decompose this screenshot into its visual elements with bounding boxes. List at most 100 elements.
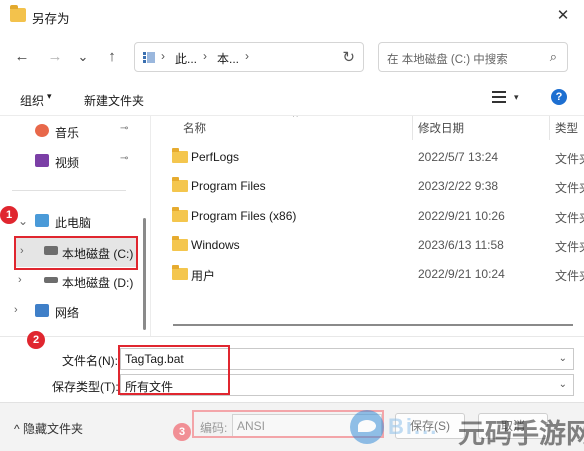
sidebar-item-label: 视频 [55,156,80,170]
forward-button[interactable]: → [43,46,67,68]
command-toolbar: 组织 ▾ 新建文件夹 ▾ ? [0,82,584,116]
sidebar-item-music[interactable]: 音乐 ⊸ [0,118,140,144]
breadcrumb-this-pc[interactable]: 此... [175,50,197,67]
file-date: 2023/6/13 11:58 [418,238,504,252]
drive-icon [44,277,58,283]
column-header-date[interactable]: 修改日期 [418,120,464,136]
pc-icon [35,214,49,227]
back-button[interactable]: ← [10,46,34,68]
sidebar-item-label: 此电脑 [55,216,92,230]
chevron-down-icon[interactable]: ⌄ [559,379,567,390]
breadcrumb-local-disk[interactable]: 本... [217,50,239,67]
address-bar[interactable]: › 此... › 本... › ↻ [134,42,364,72]
file-type: 文件夹 [555,269,584,283]
file-name: PerfLogs [191,150,240,164]
chevron-down-icon[interactable]: ⌄ [559,353,567,364]
file-list: ^ 名称 修改日期 类型 PerfLogs 2022/5/7 13:24 文件夹… [150,116,584,336]
view-options-icon[interactable] [492,91,506,103]
new-folder-button[interactable]: 新建文件夹 [84,92,144,109]
table-row[interactable]: Windows 2023/6/13 11:58 文件夹 [151,231,584,261]
divider [12,190,126,191]
chevron-down-icon[interactable]: ▾ [514,92,519,103]
file-date: 2022/9/21 10:24 [418,267,505,281]
table-row[interactable]: 用户 2022/9/21 10:24 文件夹 [151,260,584,290]
chevron-right-icon[interactable]: › [14,304,18,316]
file-date: 2022/9/21 10:26 [418,209,505,223]
search-placeholder: 在 本地磁盘 (C:) 中搜索 [387,54,508,66]
search-box[interactable]: 在 本地磁盘 (C:) 中搜索 ⌕ [378,42,568,72]
breadcrumb-separator: › [245,49,249,63]
sidebar-item-label: 本地磁盘 (D:) [62,276,134,290]
sidebar-item-label: 音乐 [55,126,80,140]
table-row[interactable]: Program Files (x86) 2022/9/21 10:26 文件夹 [151,202,584,232]
folder-icon [10,5,26,22]
organize-button[interactable]: 组织 [20,92,44,109]
chevron-up-icon: ^ [14,422,20,436]
navigation-bar: ← → ⌄ ↑ › 此... › 本... › ↻ 在 本地磁盘 (C:) 中搜… [0,32,584,82]
folder-icon [172,148,188,163]
folder-icon [172,177,188,192]
sidebar-item-videos[interactable]: 视频 ⊸ [0,148,140,174]
breadcrumb-separator: › [161,49,165,63]
navigation-pane: 音乐 ⊸ 视频 ⊸ ⌄ 此电脑 › 本地磁盘 (C:) › 本地磁盘 (D:) … [0,116,150,336]
window-title: 另存为 [32,12,70,26]
column-divider[interactable] [412,116,413,140]
file-name: Windows [191,238,240,252]
sort-ascending-icon: ^ [293,116,298,123]
recent-locations-button[interactable]: ⌄ [71,46,95,68]
filetype-label: 保存类型(T): [52,380,119,394]
chevron-right-icon[interactable]: › [18,274,22,286]
step-badge-3: 3 [173,423,191,441]
file-type: 文件夹 [555,181,584,195]
hide-folders-button[interactable]: ^ 隐藏文件夹 [14,420,83,437]
file-type: 文件夹 [555,152,584,166]
close-button[interactable]: ✕ [550,4,576,28]
file-date: 2022/5/7 13:24 [418,150,499,164]
file-type: 文件夹 [555,240,584,254]
pc-icon [143,52,155,63]
save-form: 文件名(N): TagTag.bat ⌄ 保存类型(T): 所有文件 ⌄ [0,336,584,402]
file-name: 用户 [191,269,216,283]
pin-icon: ⊸ [120,153,129,164]
table-row[interactable]: PerfLogs 2022/5/7 13:24 文件夹 [151,143,584,173]
watermark-text: Bi... [388,414,439,439]
breadcrumb-separator: › [203,49,207,63]
column-divider[interactable] [549,116,550,140]
file-date: 2023/2/22 9:38 [418,179,499,193]
file-name: Program Files (x86) [191,209,297,223]
chevron-down-icon[interactable]: ⌄ [18,214,28,228]
highlight-box [14,236,138,270]
hide-folders-label: 隐藏文件夹 [22,422,83,436]
refresh-icon[interactable]: ↻ [342,48,355,66]
column-header-name[interactable]: 名称 [183,120,206,136]
title-bar: 另存为 ✕ [0,0,584,32]
chevron-down-icon[interactable]: ▾ [47,91,52,102]
column-header-type[interactable]: 类型 [555,120,578,136]
file-name: Program Files [191,179,266,193]
folder-icon [172,207,188,222]
highlight-box [118,345,230,395]
horizontal-scrollbar[interactable] [173,324,573,326]
help-icon[interactable]: ? [551,89,567,105]
filename-label: 文件名(N): [62,354,118,368]
folder-icon [172,236,188,251]
bird-logo-icon [350,410,384,444]
watermark: Bi... 元码手游网 [350,408,584,449]
step-badge-2: 2 [27,331,45,349]
up-button[interactable]: ↑ [100,46,124,68]
network-icon [35,304,49,317]
sidebar-item-local-disk-d[interactable]: › 本地磁盘 (D:) [0,268,140,294]
folder-icon [172,265,188,280]
watermark-brand: 元码手游网 [458,419,584,449]
sidebar-item-label: 网络 [55,306,80,320]
step-badge-1: 1 [0,206,18,224]
table-row[interactable]: Program Files 2023/2/22 9:38 文件夹 [151,172,584,202]
scrollbar[interactable] [143,218,146,330]
video-icon [35,154,49,167]
pin-icon: ⊸ [120,123,129,134]
search-icon[interactable]: ⌕ [550,49,557,65]
music-icon [35,124,49,137]
sidebar-item-network[interactable]: › 网络 [0,298,140,324]
file-type: 文件夹 [555,211,584,225]
sidebar-item-this-pc[interactable]: ⌄ 此电脑 [0,208,140,234]
